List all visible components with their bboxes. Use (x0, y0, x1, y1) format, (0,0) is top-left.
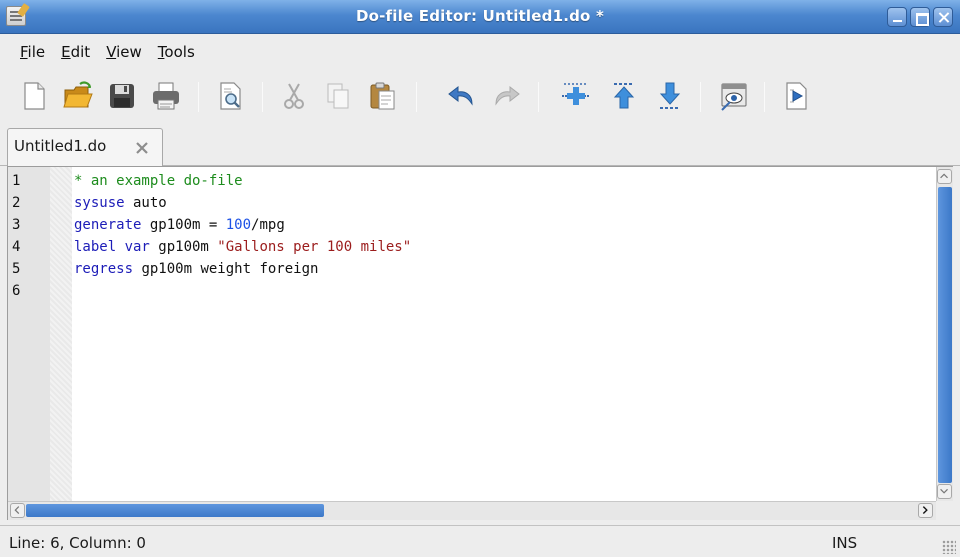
line-number: 4 (12, 239, 21, 255)
chevron-left-icon (14, 506, 20, 514)
tab-label: Untitled1.do (14, 137, 107, 155)
code-text-area[interactable]: * an example do-file sysuse auto generate … (74, 167, 934, 501)
document-tab-strip: Untitled1.do (0, 124, 960, 166)
toolbar-separator (416, 82, 417, 112)
next-bookmark-icon[interactable] (654, 80, 686, 112)
line-number: 5 (12, 261, 21, 277)
chevron-down-icon (940, 488, 948, 494)
toolbar-separator (262, 82, 263, 112)
insert-mode-indicator: INS (832, 534, 858, 552)
open-folder-icon[interactable] (62, 80, 94, 112)
previous-bookmark-icon[interactable] (608, 80, 640, 112)
show-file-in-viewer-icon[interactable] (718, 80, 750, 112)
tab-untitled1[interactable]: Untitled1.do (7, 128, 163, 166)
execute-do-icon[interactable] (780, 80, 812, 112)
line-number: 6 (12, 283, 21, 299)
minimize-button[interactable] (887, 7, 907, 27)
window-title: Do-file Editor: Untitled1.do * (355, 7, 605, 25)
code-line[interactable]: regress gp100m weight foreign (74, 261, 318, 277)
chevron-up-icon (940, 173, 948, 179)
code-token: * an example do-file (74, 173, 243, 189)
paste-icon[interactable] (366, 80, 398, 112)
new-document-icon[interactable] (18, 80, 50, 112)
toggle-bookmark-icon[interactable] (560, 80, 592, 112)
toolbar-separator (538, 82, 539, 112)
code-token: "Gallons per 100 miles" (217, 239, 412, 255)
scrollbar-corner (936, 501, 953, 520)
print-icon[interactable] (150, 80, 182, 112)
menu-bar: File Edit View Tools (0, 38, 203, 68)
toolbar-separator (764, 82, 765, 112)
status-bar: Line: 6, Column: 0 INS (0, 525, 960, 557)
code-token: label var (74, 239, 150, 255)
code-token: generate (74, 217, 142, 233)
toolbar (0, 74, 960, 118)
horizontal-scroll-thumb[interactable] (26, 504, 324, 517)
code-token: gp100m (149, 239, 218, 255)
code-line[interactable]: sysuse auto (74, 195, 167, 211)
menu-view[interactable]: View (98, 38, 150, 68)
code-token: auto (124, 195, 167, 211)
code-editor[interactable]: 1 2 3 4 5 6 * an example do-file sysuse auto ge… (7, 166, 953, 520)
line-number: 1 (12, 173, 21, 189)
undo-icon[interactable] (446, 80, 478, 112)
save-icon[interactable] (106, 80, 138, 112)
scroll-up-button[interactable] (937, 169, 952, 184)
code-token: sysuse (74, 195, 125, 211)
horizontal-scrollbar[interactable] (8, 501, 936, 520)
line-numbers: 1 2 3 4 5 6 (8, 167, 50, 501)
scroll-left-button[interactable] (10, 503, 25, 518)
vertical-scroll-thumb[interactable] (938, 187, 952, 483)
code-token: gp100m weight foreign (133, 261, 319, 277)
vertical-scrollbar[interactable] (936, 167, 953, 501)
close-tab-icon[interactable] (134, 140, 150, 156)
find-icon[interactable] (214, 80, 246, 112)
menu-file[interactable]: File (12, 38, 53, 68)
menu-tools[interactable]: Tools (150, 38, 203, 68)
code-token: /mpg (251, 217, 285, 233)
code-line[interactable]: label var gp100m "Gallons per 100 miles" (74, 239, 411, 255)
code-line[interactable]: * an example do-file (74, 173, 243, 189)
title-bar: Do-file Editor: Untitled1.do * (0, 0, 960, 34)
line-number-gutter: 1 2 3 4 5 6 (8, 167, 72, 501)
toolbar-separator (198, 82, 199, 112)
cut-icon[interactable] (278, 80, 310, 112)
code-token: regress (74, 261, 134, 277)
toolbar-separator (700, 82, 701, 112)
line-number: 3 (12, 217, 21, 233)
code-token: gp100m = (141, 217, 226, 233)
code-line[interactable]: generate gp100m = 100/mpg (74, 217, 285, 233)
menu-edit[interactable]: Edit (53, 38, 98, 68)
maximize-button[interactable] (910, 7, 930, 27)
scroll-right-button[interactable] (918, 503, 933, 518)
copy-icon[interactable] (322, 80, 354, 112)
redo-icon[interactable] (490, 80, 522, 112)
close-window-button[interactable] (933, 7, 953, 27)
line-number: 2 (12, 195, 21, 211)
resize-grip[interactable] (942, 540, 956, 554)
scroll-down-button[interactable] (937, 484, 952, 499)
cursor-position: Line: 6, Column: 0 (9, 534, 146, 552)
chevron-right-icon (922, 506, 928, 515)
code-token: 100 (225, 217, 252, 233)
